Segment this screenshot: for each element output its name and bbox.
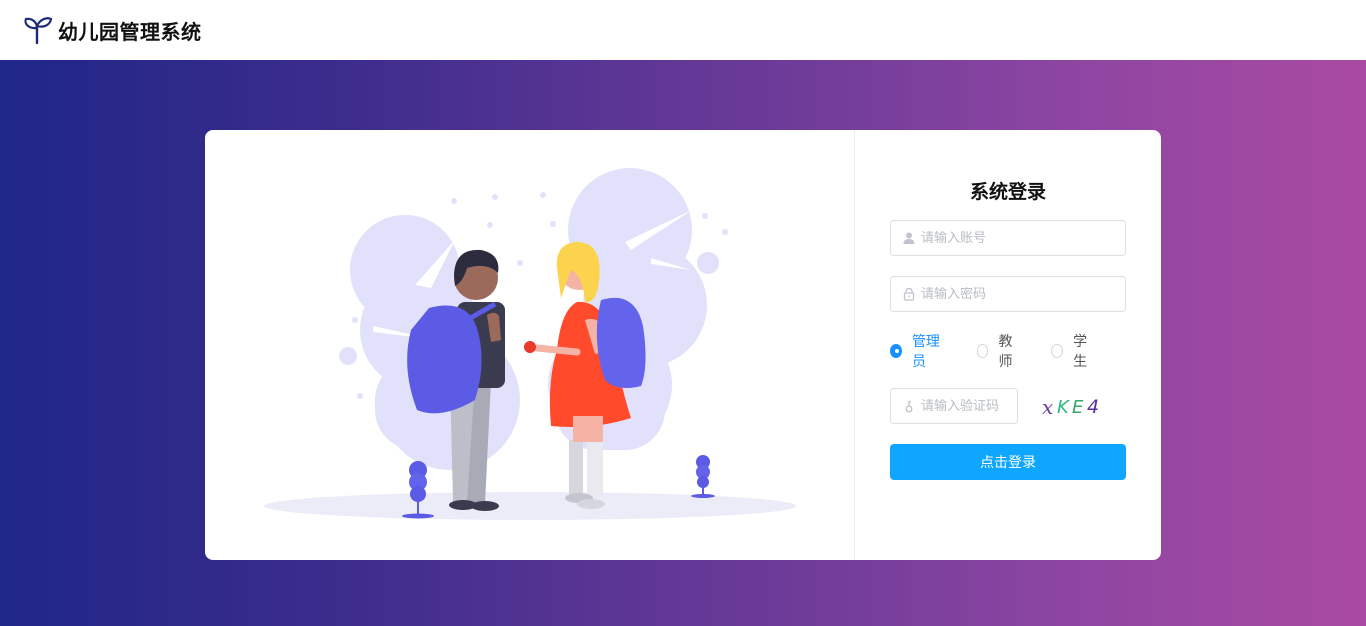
login-button[interactable]: 点击登录 [890, 444, 1126, 480]
role-label: 教师 [998, 334, 1013, 370]
kids-illustration [205, 130, 855, 560]
captcha-field [890, 388, 1018, 424]
role-selector: 管理员 教师 学生 [890, 334, 1126, 370]
login-title: 系统登录 [969, 181, 1046, 203]
role-radio-admin[interactable]: 管理员 [890, 331, 947, 371]
password-input[interactable] [921, 286, 1125, 302]
radio-circle [976, 344, 989, 358]
captcha-input[interactable] [921, 398, 1017, 414]
username-field [890, 220, 1126, 256]
role-radio-student[interactable]: 学生 [1051, 331, 1096, 371]
radio-circle [1051, 344, 1064, 358]
captcha-image[interactable]: x K E 4 [1038, 392, 1108, 420]
captcha-char: 4 [1087, 396, 1099, 418]
sprout-logo-icon [24, 17, 53, 45]
top-bar: 幼儿园管理系统 [0, 0, 1366, 60]
captcha-char: K [1057, 397, 1070, 418]
password-field [890, 276, 1126, 312]
login-card: 系统登录 管理员 [205, 130, 1161, 560]
user-icon [903, 232, 915, 244]
username-input[interactable] [921, 230, 1125, 246]
role-label: 管理员 [911, 334, 940, 370]
key-icon [905, 400, 913, 413]
app-title: 幼儿园管理系统 [58, 19, 202, 44]
role-radio-teacher[interactable]: 教师 [976, 331, 1022, 371]
login-background: 系统登录 管理员 [0, 60, 1366, 626]
role-label: 学生 [1073, 334, 1088, 370]
lock-icon [903, 287, 915, 301]
radio-circle [890, 344, 902, 358]
captcha-char: x [1042, 395, 1053, 419]
captcha-char: E [1072, 397, 1084, 418]
